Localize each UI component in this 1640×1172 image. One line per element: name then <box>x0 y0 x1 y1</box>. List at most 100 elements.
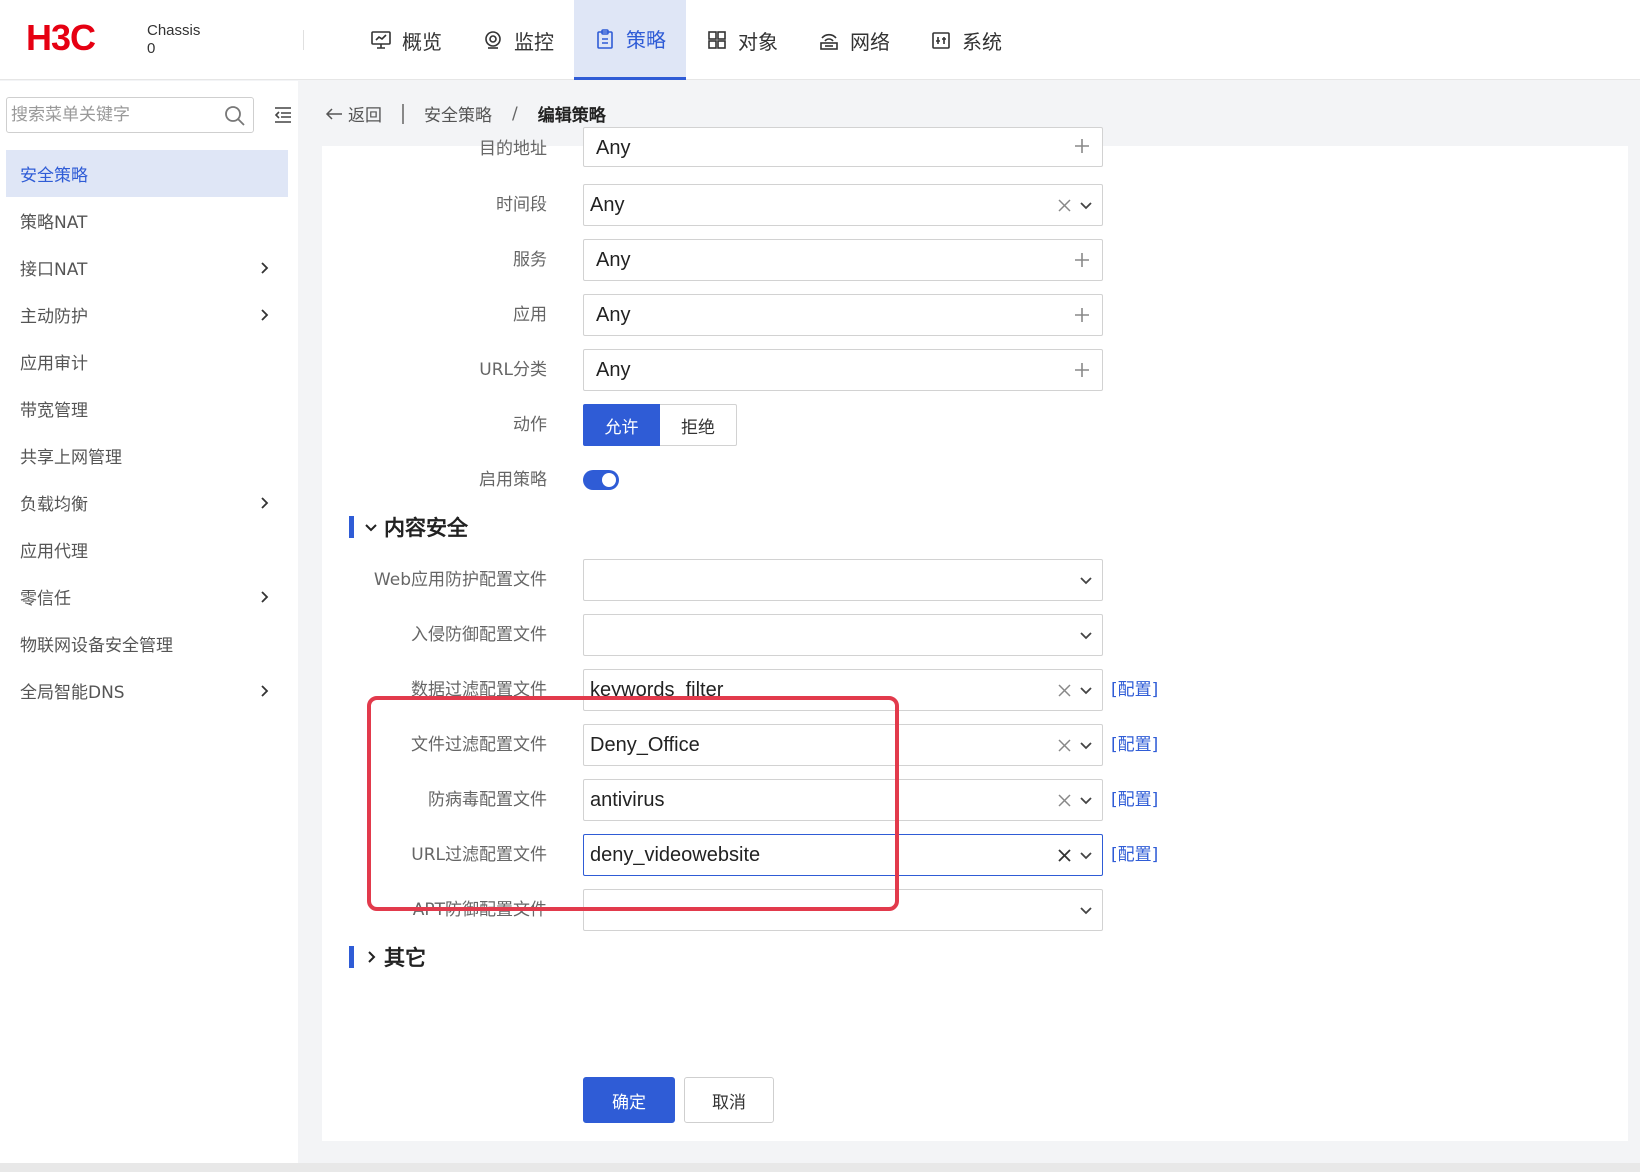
bottom-scrollbar[interactable] <box>0 1163 1640 1172</box>
ok-button[interactable]: 确定 <box>583 1077 675 1123</box>
sidebar-item-global-dns[interactable]: 全局智能DNS <box>6 667 288 714</box>
back-label: 返回 <box>348 106 382 126</box>
sidebar-item-app-audit[interactable]: 应用审计 <box>6 338 288 385</box>
url-category-field[interactable]: Any <box>583 349 1103 391</box>
section-content-security[interactable]: 内容安全 <box>349 512 468 542</box>
search-icon[interactable] <box>223 104 247 128</box>
chevron-down-icon <box>1080 632 1092 640</box>
close-icon[interactable] <box>1057 793 1072 808</box>
sidebar-item-bandwidth[interactable]: 带宽管理 <box>6 385 288 432</box>
nav-overview[interactable]: 概览 <box>350 0 462 80</box>
close-icon[interactable] <box>1057 848 1072 863</box>
ips-profile-select[interactable] <box>583 614 1103 656</box>
plus-icon[interactable] <box>1072 136 1092 156</box>
menu-search-input[interactable] <box>11 100 211 130</box>
nav-network-label: 网络 <box>850 29 890 54</box>
nav-objects[interactable]: 对象 <box>686 0 798 80</box>
data-filter-profile-select[interactable]: keywords_filter <box>583 669 1103 711</box>
web-app-profile-label: Web应用防护配置文件 <box>373 570 547 590</box>
header-divider <box>303 30 304 50</box>
service-value: Any <box>596 249 631 271</box>
enable-policy-label: 启用策略 <box>479 470 547 490</box>
dest-address-field[interactable]: Any <box>583 127 1103 167</box>
row-apt-profile: APT防御配置文件 <box>322 887 1628 933</box>
chevron-down-icon <box>1080 202 1092 210</box>
sidebar-item-label: 接口NAT <box>20 260 88 280</box>
breadcrumb-parent[interactable]: 安全策略 <box>424 101 492 126</box>
chassis-info: Chassis 0 <box>147 22 200 58</box>
sidebar-item-label: 共享上网管理 <box>20 448 122 468</box>
sidebar-item-security-policy[interactable]: 安全策略 <box>6 150 288 197</box>
sidebar-item-shared-internet[interactable]: 共享上网管理 <box>6 432 288 479</box>
action-deny-button[interactable]: 拒绝 <box>660 404 737 446</box>
close-icon[interactable] <box>1057 198 1072 213</box>
antivirus-profile-select[interactable]: antivirus <box>583 779 1103 821</box>
cancel-button[interactable]: 取消 <box>684 1077 774 1123</box>
enable-policy-toggle[interactable] <box>583 470 619 490</box>
section-title: 其它 <box>384 946 426 970</box>
url-category-label: URL分类 <box>479 360 547 380</box>
sidebar-item-iot-security[interactable]: 物联网设备安全管理 <box>6 620 288 667</box>
sidebar-item-label: 零信任 <box>20 589 71 609</box>
chevron-down-icon <box>1080 852 1092 860</box>
sidebar-menu: 安全策略 策略NAT 接口NAT 主动防护 应用审计 带宽管理 共享上网管理 负… <box>6 150 288 714</box>
file-filter-profile-select[interactable]: Deny_Office <box>583 724 1103 766</box>
row-url-filter-profile: URL过滤配置文件 deny_videowebsite [配置] <box>322 832 1628 878</box>
section-other[interactable]: 其它 <box>349 942 426 972</box>
sidebar-item-load-balance[interactable]: 负载均衡 <box>6 479 288 526</box>
breadcrumb-divider <box>402 103 404 124</box>
service-field[interactable]: Any <box>583 239 1103 281</box>
time-range-select[interactable]: Any <box>583 184 1103 226</box>
sidebar-item-label: 全局智能DNS <box>20 683 125 703</box>
close-icon[interactable] <box>1057 738 1072 753</box>
file-filter-config-link[interactable]: [配置] <box>1111 722 1158 768</box>
sidebar-item-active-defense[interactable]: 主动防护 <box>6 291 288 338</box>
apt-profile-select[interactable] <box>583 889 1103 931</box>
collapse-menu-icon[interactable] <box>272 105 294 125</box>
chassis-value: 0 <box>147 40 156 57</box>
section-title: 内容安全 <box>384 516 468 540</box>
sidebar-item-label: 策略NAT <box>20 213 88 233</box>
sidebar-item-label: 带宽管理 <box>20 401 88 421</box>
service-label: 服务 <box>513 250 547 270</box>
url-filter-profile-label: URL过滤配置文件 <box>411 845 547 865</box>
back-link[interactable]: 返回 <box>324 101 382 126</box>
url-filter-profile-select[interactable]: deny_videowebsite <box>583 834 1103 876</box>
nav-policy[interactable]: 策略 <box>574 0 686 80</box>
plus-icon[interactable] <box>1072 250 1092 270</box>
url-filter-config-link[interactable]: [配置] <box>1111 832 1158 878</box>
file-filter-profile-value: Deny_Office <box>590 734 700 756</box>
clipboard-icon <box>597 28 613 49</box>
top-header: H3C Chassis 0 概览 监控 策略 对象 网络 系统 <box>0 0 1640 80</box>
sidebar-item-interface-nat[interactable]: 接口NAT <box>6 244 288 291</box>
nav-network[interactable]: 网络 <box>798 0 910 80</box>
sidebar-item-policy-nat[interactable]: 策略NAT <box>6 197 288 244</box>
plus-icon[interactable] <box>1072 360 1092 380</box>
action-allow-button[interactable]: 允许 <box>583 404 660 446</box>
application-field[interactable]: Any <box>583 294 1103 336</box>
monitor-icon <box>371 31 391 49</box>
nav-system-label: 系统 <box>962 29 1002 54</box>
row-service: 服务 Any <box>322 237 1628 283</box>
close-icon[interactable] <box>1057 683 1072 698</box>
chevron-down-icon <box>1080 907 1092 915</box>
sidebar-item-label: 应用代理 <box>20 542 88 562</box>
sidebar-item-zero-trust[interactable]: 零信任 <box>6 573 288 620</box>
chevron-down-icon <box>1080 577 1092 585</box>
sidebar-item-app-proxy[interactable]: 应用代理 <box>6 526 288 573</box>
arrow-left-icon <box>325 107 342 120</box>
plus-icon[interactable] <box>1072 305 1092 325</box>
nav-system[interactable]: 系统 <box>910 0 1022 80</box>
application-label: 应用 <box>513 305 547 325</box>
chevron-right-icon <box>368 951 376 963</box>
web-app-profile-select[interactable] <box>583 559 1103 601</box>
antivirus-config-link[interactable]: [配置] <box>1111 777 1158 823</box>
svg-text:H3C: H3C <box>26 20 96 56</box>
nav-monitor[interactable]: 监控 <box>462 0 574 80</box>
data-filter-config-link[interactable]: [配置] <box>1111 667 1158 713</box>
breadcrumb-separator: / <box>512 103 518 124</box>
row-data-filter-profile: 数据过滤配置文件 keywords_filter [配置] <box>322 667 1628 713</box>
antivirus-profile-value: antivirus <box>590 789 665 811</box>
nav-policy-label: 策略 <box>626 28 666 52</box>
row-time-range: 时间段 Any <box>322 182 1628 228</box>
